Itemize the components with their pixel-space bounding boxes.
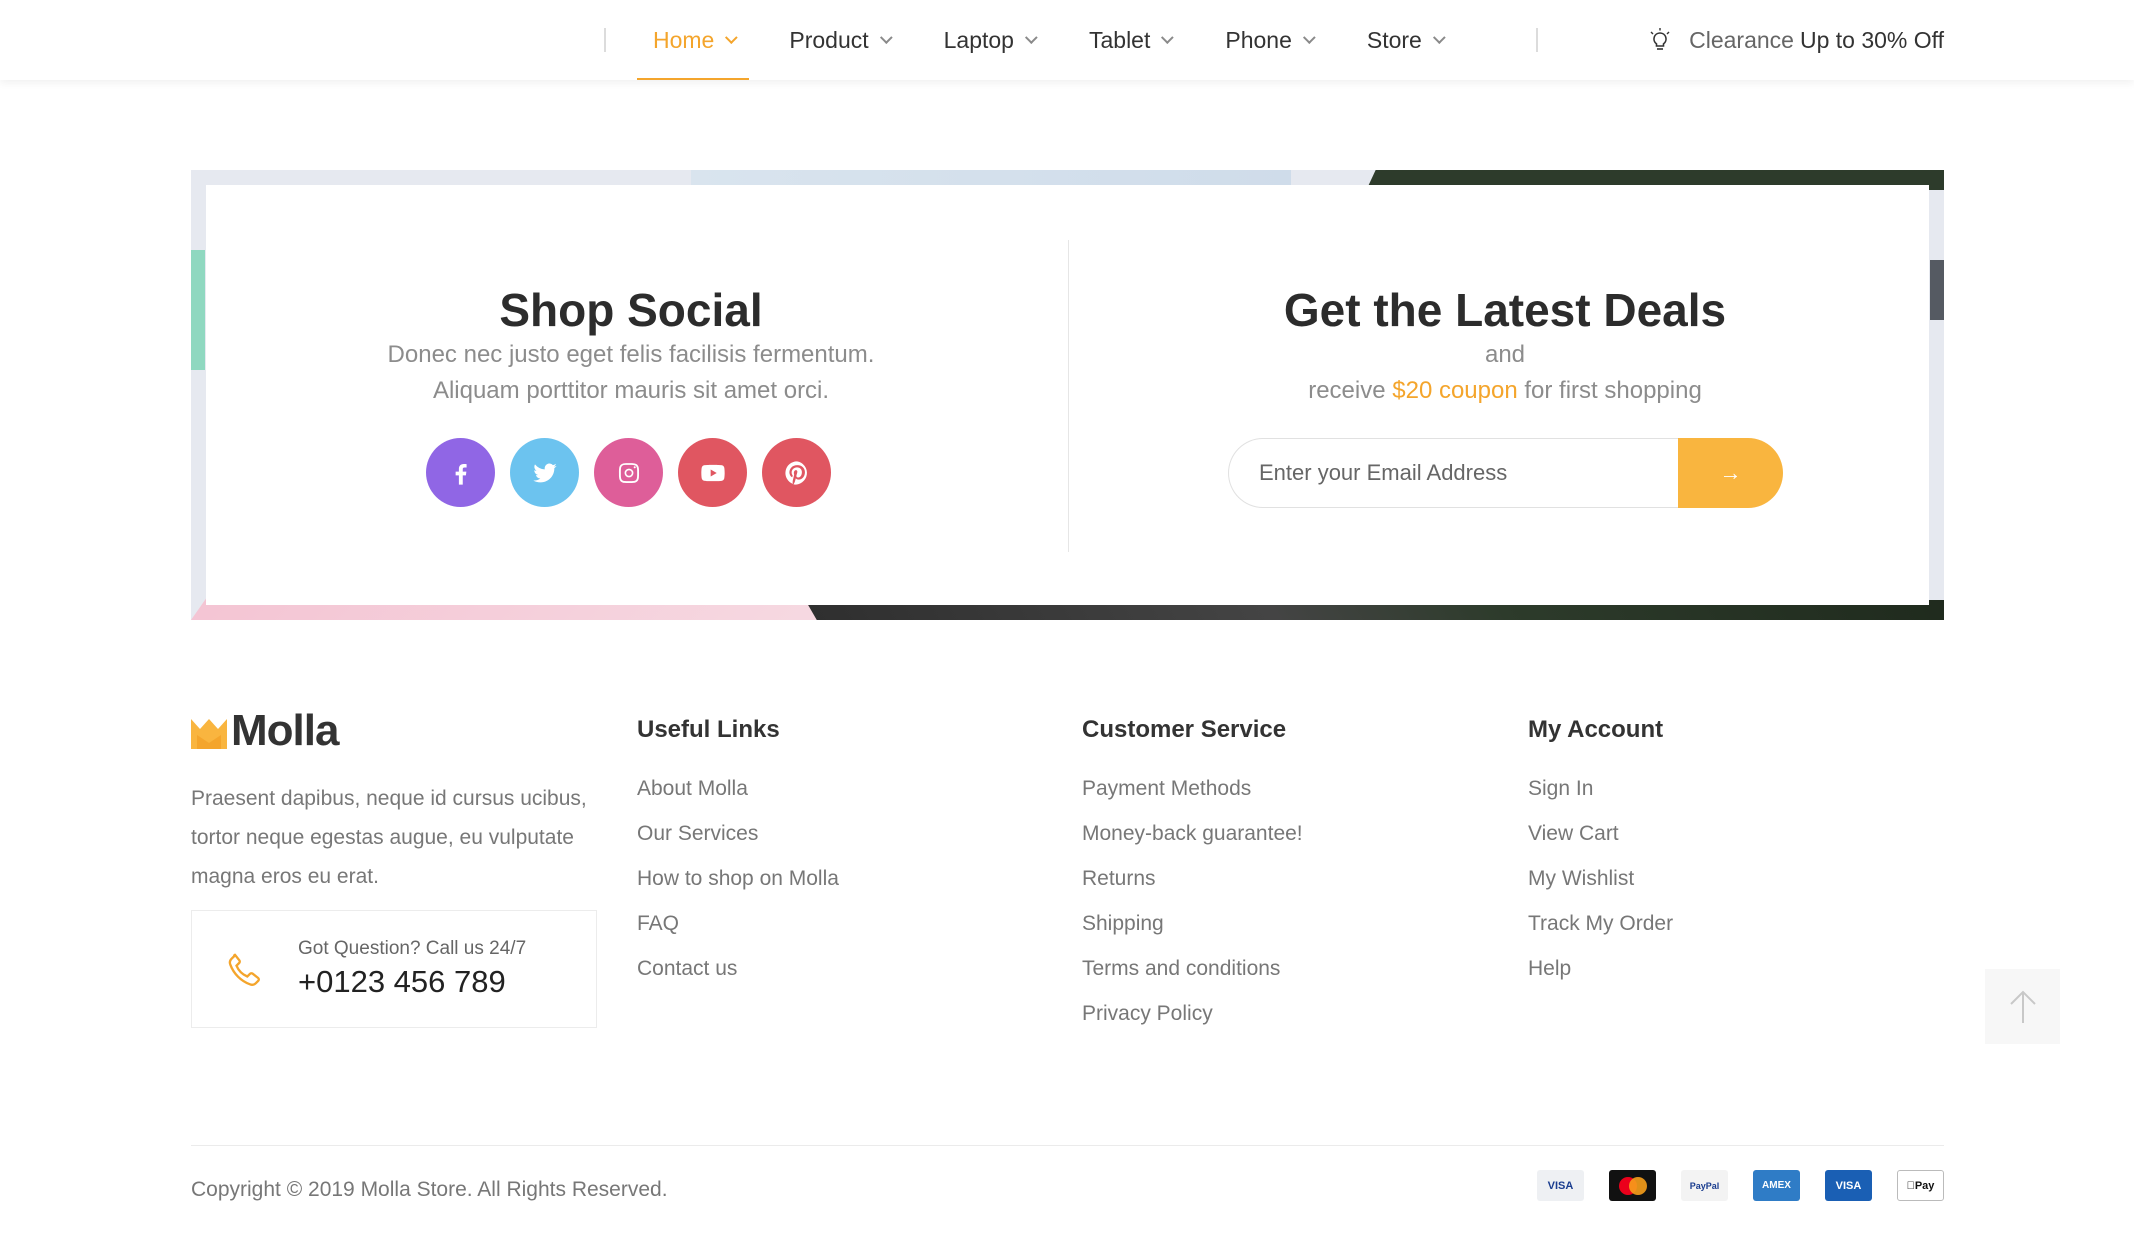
- footer-link[interactable]: Our Services: [637, 819, 839, 864]
- nav-item-phone[interactable]: Phone: [1209, 0, 1327, 80]
- nav-item-tablet[interactable]: Tablet: [1073, 0, 1185, 80]
- payment-label: Pay: [1910, 1179, 1935, 1192]
- footer-column-useful-links: Useful Links About Molla Our Services Ho…: [637, 716, 839, 999]
- instagram-icon[interactable]: [594, 438, 663, 507]
- call-us-box: Got Question? Call us 24/7 +0123 456 789: [191, 910, 597, 1028]
- youtube-icon[interactable]: [678, 438, 747, 507]
- footer-column-title: My Account: [1528, 716, 1664, 743]
- nav-item-label: Home: [653, 26, 715, 53]
- promo-prefix: Clearance: [1689, 26, 1794, 53]
- nav-separator-right: [1536, 28, 1538, 52]
- apple-pay-icon: Pay: [1897, 1170, 1944, 1201]
- footer-divider: [191, 1145, 1944, 1146]
- payment-label: VISA: [1835, 1179, 1862, 1192]
- nav-item-label: Store: [1366, 26, 1422, 53]
- shop-social-title: Shop Social: [499, 284, 763, 336]
- footer-link[interactable]: How to shop on Molla: [637, 864, 839, 909]
- footer-link[interactable]: About Molla: [637, 774, 839, 819]
- latest-deals-line-1: and: [1484, 341, 1526, 368]
- main-menu: Home Product Laptop Tablet Phone Store: [637, 0, 1481, 80]
- scroll-to-top-button[interactable]: [1985, 969, 2060, 1044]
- arrow-right-icon: →: [1719, 460, 1742, 485]
- nav-item-store[interactable]: Store: [1351, 0, 1457, 80]
- email-field[interactable]: [1228, 438, 1678, 508]
- footer-link[interactable]: Payment Methods: [1082, 774, 1303, 819]
- payment-label: AMEX: [1762, 1180, 1791, 1191]
- latest-deals-line-2: receive $20 coupon for first shopping: [1070, 373, 1940, 409]
- deals-line-suffix: for first shopping: [1517, 377, 1702, 404]
- logo-text: Molla: [231, 706, 339, 755]
- logo-mark-icon: [191, 719, 227, 749]
- call-us-text: Got Question? Call us 24/7 +0123 456 789: [298, 938, 526, 1000]
- latest-deals-title: Get the Latest Deals: [1283, 284, 1727, 336]
- footer-link[interactable]: Terms and conditions: [1082, 954, 1303, 999]
- chevron-down-icon: [1161, 30, 1175, 44]
- nav-item-laptop[interactable]: Laptop: [928, 0, 1049, 80]
- payment-methods: VISA PayPal AMEX VISA Pay: [1512, 1170, 1944, 1201]
- nav-item-label: Product: [789, 26, 869, 53]
- banner-divider: [1068, 240, 1069, 552]
- paypal-icon: PayPal: [1681, 1170, 1728, 1201]
- footer-link[interactable]: View Cart: [1528, 819, 1673, 864]
- lightbulb-icon: [1650, 28, 1670, 50]
- footer-column-my-account: My Account Sign In View Cart My Wishlist…: [1528, 716, 1673, 999]
- shop-social-line-1: Donec nec justo eget felis facilisis fer…: [387, 341, 875, 368]
- footer-link[interactable]: Sign In: [1528, 774, 1673, 819]
- footer-column-title: Useful Links: [637, 716, 780, 743]
- visa-electron-icon: VISA: [1825, 1170, 1872, 1201]
- newsletter-form: →: [1228, 438, 1783, 508]
- phone-number-link[interactable]: +0123 456 789: [298, 964, 526, 1000]
- deals-line-prefix: receive: [1308, 377, 1393, 404]
- arrow-up-icon: [2009, 990, 2036, 1023]
- subscribe-button[interactable]: →: [1678, 438, 1783, 508]
- nav-item-label: Tablet: [1088, 26, 1151, 53]
- footer-column-title: Customer Service: [1082, 716, 1287, 743]
- footer-link[interactable]: Shipping: [1082, 909, 1303, 954]
- footer-link[interactable]: Help: [1528, 954, 1673, 999]
- clearance-promo[interactable]: Clearance Up to 30% Off: [1649, 0, 1944, 80]
- chevron-down-icon: [879, 30, 893, 44]
- nav-item-home[interactable]: Home: [637, 0, 750, 80]
- top-navigation-bar: Home Product Laptop Tablet Phone Store C…: [0, 0, 2134, 80]
- phone-icon: [228, 953, 260, 986]
- footer-link[interactable]: Contact us: [637, 954, 839, 999]
- payment-label: PayPal: [1689, 1180, 1720, 1191]
- call-us-label: Got Question? Call us 24/7: [298, 938, 527, 959]
- shop-social-line-2: Aliquam porttitor mauris sit amet orci.: [432, 377, 830, 404]
- footer-link[interactable]: My Wishlist: [1528, 864, 1673, 909]
- social-icons: [426, 438, 846, 507]
- nav-separator-left: [604, 28, 606, 52]
- latest-deals-description: and receive $20 coupon for first shoppin…: [1070, 337, 1940, 409]
- nav-item-label: Phone: [1225, 26, 1292, 53]
- facebook-icon[interactable]: [426, 438, 495, 507]
- chevron-down-icon: [725, 30, 739, 44]
- chevron-down-icon: [1302, 30, 1316, 44]
- molla-logo[interactable]: Molla: [191, 706, 339, 756]
- visa-icon: VISA: [1537, 1170, 1584, 1201]
- footer-about-text: Praesent dapibus, neque id cursus ucibus…: [191, 787, 587, 888]
- footer-link[interactable]: Money-back guarantee!: [1082, 819, 1303, 864]
- coupon-highlight: $20 coupon: [1392, 377, 1518, 404]
- footer-link[interactable]: Track My Order: [1528, 909, 1673, 954]
- nav-item-label: Laptop: [943, 26, 1014, 53]
- pinterest-icon[interactable]: [762, 438, 831, 507]
- promo-suffix: Up to 30% Off: [1799, 26, 1944, 53]
- footer-column-customer-service: Customer Service Payment Methods Money-b…: [1082, 716, 1303, 1044]
- mastercard-icon: [1609, 1170, 1656, 1201]
- chevron-down-icon: [1024, 30, 1038, 44]
- copyright-text: Copyright © 2019 Molla Store. All Rights…: [191, 1178, 668, 1201]
- shop-social-description: Donec nec justo eget felis facilisis fer…: [206, 337, 1056, 409]
- nav-item-product[interactable]: Product: [773, 0, 903, 80]
- footer-link[interactable]: Returns: [1082, 864, 1303, 909]
- footer-link[interactable]: FAQ: [637, 909, 839, 954]
- twitter-icon[interactable]: [510, 438, 579, 507]
- chevron-down-icon: [1432, 30, 1446, 44]
- amex-icon: AMEX: [1753, 1170, 1800, 1201]
- payment-label: VISA: [1547, 1179, 1574, 1192]
- footer-link[interactable]: Privacy Policy: [1082, 999, 1303, 1044]
